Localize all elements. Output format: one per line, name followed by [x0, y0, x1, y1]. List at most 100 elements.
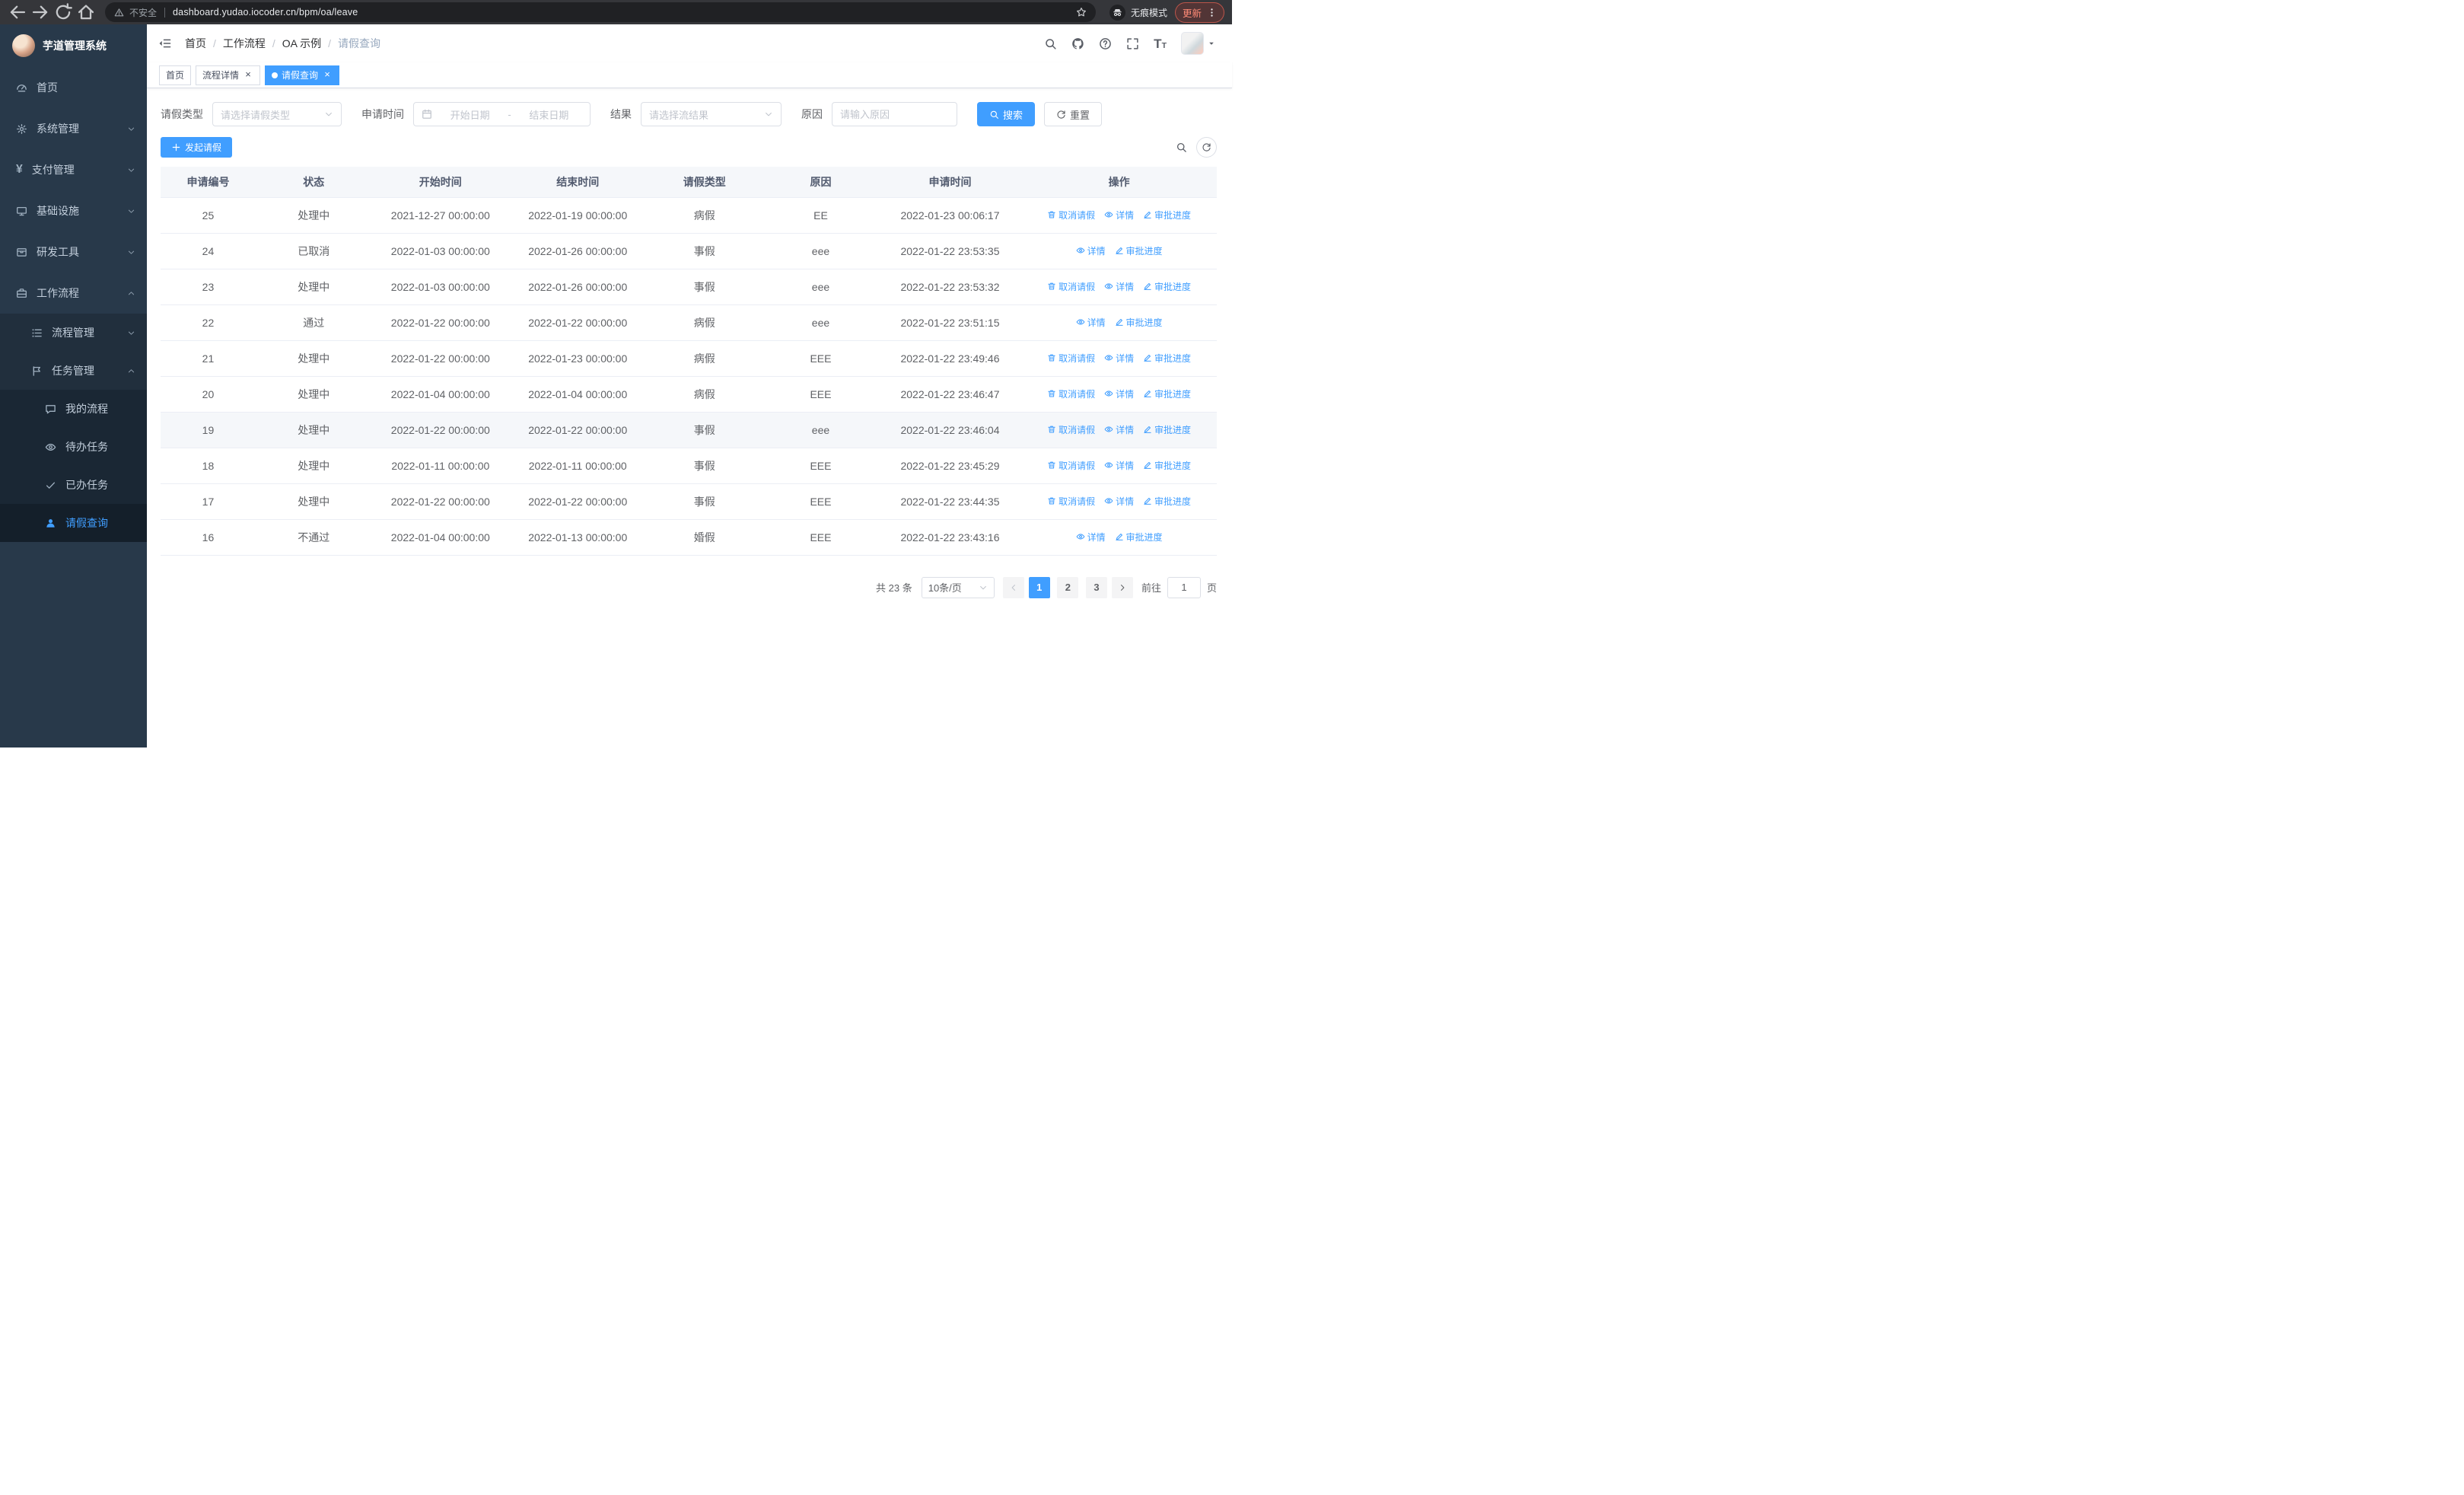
- page-button-1[interactable]: 1: [1028, 576, 1050, 598]
- cell-start-time: 2022-01-22 00:00:00: [371, 412, 510, 448]
- sidebar-item-my-process[interactable]: 我的流程: [0, 390, 147, 428]
- page-size-select[interactable]: 10条/页: [921, 576, 995, 598]
- edit-icon: [1143, 425, 1152, 434]
- cell-apply-id: 21: [161, 340, 256, 377]
- detail-link[interactable]: 详情: [1104, 209, 1134, 222]
- detail-link[interactable]: 详情: [1104, 280, 1134, 293]
- detail-link[interactable]: 详情: [1104, 387, 1134, 400]
- tab-1[interactable]: 流程详情 ×: [196, 65, 261, 85]
- reason-input[interactable]: [832, 102, 957, 126]
- detail-link[interactable]: 详情: [1104, 495, 1134, 508]
- app-logo-row[interactable]: 芋道管理系统: [0, 24, 147, 67]
- approval-progress-link[interactable]: 审批进度: [1143, 423, 1191, 436]
- user-avatar-menu[interactable]: [1181, 32, 1215, 55]
- detail-link[interactable]: 详情: [1104, 423, 1134, 436]
- sidebar-item-task-mgmt[interactable]: 任务管理: [0, 352, 147, 390]
- reset-button[interactable]: 重置: [1044, 102, 1103, 126]
- browser-reload-icon[interactable]: [53, 2, 73, 22]
- eye-icon: [1076, 317, 1085, 327]
- detail-link[interactable]: 详情: [1104, 459, 1134, 472]
- create-leave-button[interactable]: 发起请假: [161, 137, 233, 158]
- cell-start-time: 2022-01-03 00:00:00: [371, 269, 510, 305]
- detail-link[interactable]: 详情: [1076, 531, 1106, 543]
- cell-reason: eee: [762, 412, 879, 448]
- font-size-icon[interactable]: TT: [1154, 37, 1167, 50]
- tab-close-icon[interactable]: ×: [322, 69, 333, 81]
- sidebar-item-infrastructure[interactable]: 基础设施: [0, 190, 147, 231]
- approval-progress-link[interactable]: 审批进度: [1115, 316, 1163, 329]
- github-icon[interactable]: [1071, 37, 1084, 50]
- sidebar-collapse-icon[interactable]: [158, 37, 172, 50]
- tab-label: 请假查询: [282, 70, 319, 81]
- cancel-leave-link[interactable]: 取消请假: [1047, 387, 1095, 400]
- cell-end-time: 2022-01-22 00:00:00: [509, 483, 647, 520]
- browser-menu-dots-icon[interactable]: [1207, 8, 1217, 18]
- approval-progress-link[interactable]: 审批进度: [1115, 531, 1163, 543]
- table-refresh-icon[interactable]: [1196, 137, 1217, 158]
- sidebar-item-workflow[interactable]: 工作流程: [0, 273, 147, 314]
- help-icon[interactable]: [1099, 37, 1112, 50]
- tab-2[interactable]: 请假查询 ×: [265, 65, 340, 85]
- sidebar-item-dev-tools[interactable]: 研发工具: [0, 231, 147, 273]
- breadcrumb-item[interactable]: 首页: [185, 36, 206, 51]
- sidebar-item-payment-mgmt[interactable]: ¥ 支付管理: [0, 149, 147, 190]
- sidebar-item-todo-task[interactable]: 待办任务: [0, 428, 147, 466]
- toggle-search-icon[interactable]: [1176, 142, 1187, 153]
- sidebar-item-home[interactable]: 首页: [0, 67, 147, 108]
- approval-progress-link[interactable]: 审批进度: [1143, 495, 1191, 508]
- sidebar-item-done-task[interactable]: 已办任务: [0, 466, 147, 504]
- cancel-leave-link[interactable]: 取消请假: [1047, 459, 1095, 472]
- fullscreen-icon[interactable]: [1126, 37, 1139, 50]
- breadcrumb-item[interactable]: 工作流程: [223, 36, 266, 51]
- tab-0[interactable]: 首页: [159, 65, 192, 85]
- cancel-leave-link[interactable]: 取消请假: [1047, 280, 1095, 293]
- browser-chrome: 不安全 dashboard.yudao.iocoder.cn/bpm/oa/le…: [0, 0, 1232, 24]
- approval-progress-link[interactable]: 审批进度: [1143, 209, 1191, 222]
- sidebar-item-system-mgmt[interactable]: 系统管理: [0, 108, 147, 149]
- gear-icon: [16, 123, 27, 135]
- approval-progress-link[interactable]: 审批进度: [1143, 352, 1191, 365]
- leave-table: 申请编号 状态 开始时间 结束时间 请假类型 原因 申请时间 操作 25 处理中 2021-1…: [161, 167, 1217, 556]
- tab-label: 流程详情: [202, 70, 240, 81]
- table-toolbar: 发起请假: [161, 137, 1217, 158]
- detail-link[interactable]: 详情: [1104, 352, 1134, 365]
- cell-apply-id: 24: [161, 233, 256, 269]
- browser-update-button[interactable]: 更新: [1174, 2, 1224, 23]
- tab-close-icon[interactable]: ×: [243, 69, 253, 81]
- apply-time-range-picker[interactable]: 开始日期 - 结束日期: [413, 102, 591, 126]
- result-select[interactable]: 请选择流结果: [641, 102, 782, 126]
- header-search-icon[interactable]: [1044, 37, 1057, 50]
- table-row: 21 处理中 2022-01-22 00:00:00 2022-01-23 00…: [161, 340, 1217, 377]
- cell-apply-time: 2022-01-22 23:53:32: [878, 269, 1022, 305]
- cell-apply-id: 18: [161, 448, 256, 484]
- approval-progress-link[interactable]: 审批进度: [1143, 280, 1191, 293]
- cancel-leave-link[interactable]: 取消请假: [1047, 495, 1095, 508]
- cell-start-time: 2022-01-22 00:00:00: [371, 304, 510, 341]
- detail-link[interactable]: 详情: [1076, 244, 1106, 257]
- cancel-leave-link[interactable]: 取消请假: [1047, 209, 1095, 222]
- incognito-badge: 无痕模式: [1109, 4, 1167, 21]
- browser-home-icon[interactable]: [76, 2, 96, 22]
- detail-link[interactable]: 详情: [1076, 316, 1106, 329]
- cancel-leave-link[interactable]: 取消请假: [1047, 423, 1095, 436]
- approval-progress-link[interactable]: 审批进度: [1143, 459, 1191, 472]
- breadcrumb-item[interactable]: OA 示例: [282, 36, 321, 51]
- edit-icon: [1143, 282, 1152, 291]
- cancel-leave-link[interactable]: 取消请假: [1047, 352, 1095, 365]
- page-button-2[interactable]: 2: [1057, 576, 1079, 598]
- next-page-button[interactable]: [1111, 576, 1133, 598]
- approval-progress-link[interactable]: 审批进度: [1143, 387, 1191, 400]
- bookmark-star-icon[interactable]: [1076, 7, 1087, 18]
- prev-page-button[interactable]: [1002, 576, 1024, 598]
- sidebar-item-leave-query[interactable]: 请假查询: [0, 504, 147, 542]
- browser-back-icon[interactable]: [8, 2, 27, 22]
- goto-page-input[interactable]: [1167, 576, 1201, 598]
- page-button-3[interactable]: 3: [1085, 576, 1107, 598]
- sidebar-item-process-mgmt[interactable]: 流程管理: [0, 314, 147, 352]
- browser-forward-icon[interactable]: [30, 2, 50, 22]
- address-bar[interactable]: 不安全 dashboard.yudao.iocoder.cn/bpm/oa/le…: [105, 2, 1096, 22]
- search-button[interactable]: 搜索: [977, 102, 1036, 126]
- approval-progress-link[interactable]: 审批进度: [1115, 244, 1163, 257]
- range-separator: -: [508, 108, 511, 120]
- leave-type-select[interactable]: 请选择请假类型: [212, 102, 342, 126]
